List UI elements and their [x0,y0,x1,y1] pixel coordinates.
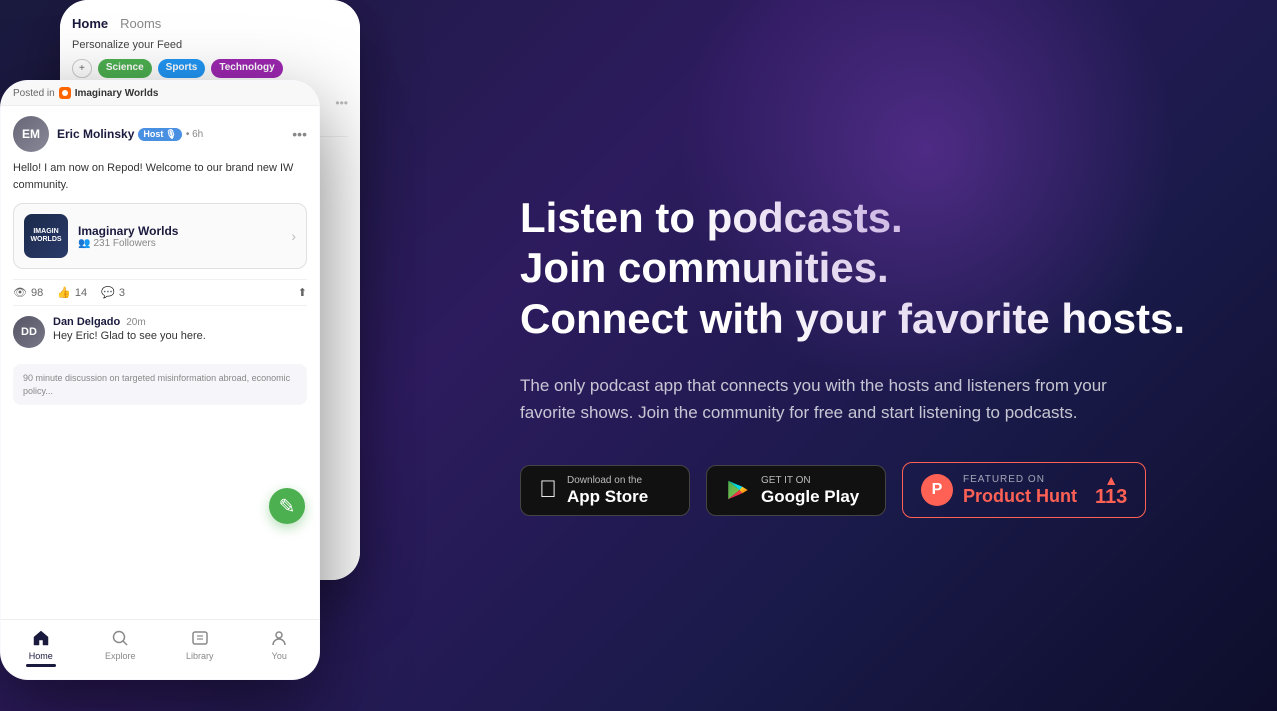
views-action[interactable]: 👁 98 [13,286,43,299]
google-play-main-label: Google Play [761,488,859,505]
comment-author-name: Dan Delgado [53,316,120,328]
nav-library[interactable]: Library [160,628,240,667]
post-area: EM Eric Molinsky Host 🎙 • 6h ••• Hello! … [1,106,319,619]
upvote-arrow-icon: ▲ [1104,473,1118,487]
posted-in-bar: Posted in Imaginary Worlds [1,81,319,106]
nav-explore-label: Explore [105,651,136,661]
add-tag-button[interactable]: + [72,59,92,78]
host-badge: Host 🎙 [138,128,181,141]
posted-in-label: Posted in [13,88,55,99]
back-phone-tags: + Science Sports Technology [72,59,348,78]
more-options-icon[interactable]: ••• [335,96,348,110]
product-hunt-text: FEATURED ON Product Hunt [963,475,1077,505]
description-text: The only podcast app that connects you w… [520,372,1140,426]
nav-home-label: Home [29,651,53,661]
podcast-thumbnail: IMAGIN WORLDS [24,214,68,258]
phone-mockup-section: Home Rooms Personalize your Feed + Scien… [0,0,480,711]
comments-action[interactable]: 💬 3 [101,286,125,299]
post-author-info: Eric Molinsky Host 🎙 • 6h [57,127,284,141]
app-store-text: Download on the App Store [567,476,648,505]
nav-home[interactable]: Home [1,628,81,667]
dan-delgado-avatar: DD [13,316,45,348]
back-phone-home-tab[interactable]: Home [72,16,108,31]
profile-nav-icon [269,628,289,648]
product-hunt-count-section: ▲ 113 [1095,473,1127,507]
explore-nav-icon [110,628,130,648]
community-name[interactable]: Imaginary Worlds [75,88,159,99]
headline-line1: Listen to podcasts. [520,193,1217,243]
back-phone-rooms-tab[interactable]: Rooms [120,16,161,31]
comment-time: 20m [126,317,145,328]
back-phone-subtitle: Personalize your Feed [72,39,348,51]
nav-active-indicator [26,664,56,667]
product-hunt-main-label: Product Hunt [963,487,1077,505]
comment-icon: 💬 [101,286,115,299]
product-hunt-button[interactable]: P FEATURED ON Product Hunt ▲ 113 [902,462,1146,518]
google-play-icon [725,477,751,503]
library-nav-icon [190,628,210,648]
bottom-nav: Home Explore [1,619,319,679]
apple-icon:  [539,476,557,504]
audio-snippet: 90 minute discussion on targeted misinfo… [13,364,307,405]
post-actions: 👁 98 👍 14 💬 3 ⬆ [13,279,307,306]
post-header: EM Eric Molinsky Host 🎙 • 6h ••• [13,116,307,152]
podcast-community-icon [59,87,71,99]
podcast-card[interactable]: IMAGIN WORLDS Imaginary Worlds 👥 231 Fol… [13,203,307,269]
nav-you[interactable]: You [240,628,320,667]
headline-block: Listen to podcasts. Join communities. Co… [520,193,1217,344]
chevron-right-icon: › [291,228,296,244]
cta-buttons:  Download on the App Store [520,462,1217,518]
home-nav-icon [31,628,51,648]
comment-section: DD Dan Delgado 20m Hey Eric! Glad to see… [13,316,307,348]
share-action[interactable]: ⬆ [298,286,307,299]
fab-compose-button[interactable]: ✎ [269,488,305,524]
app-store-sub-label: Download on the [567,476,648,486]
phone-front: Posted in Imaginary Worlds EM Eric Molin… [0,80,320,680]
post-options-icon[interactable]: ••• [292,126,307,142]
podcast-card-name: Imaginary Worlds [78,224,281,238]
post-time: • 6h [186,129,203,140]
technology-tag[interactable]: Technology [211,59,282,78]
nav-explore[interactable]: Explore [81,628,161,667]
nav-library-label: Library [186,651,214,661]
app-store-main-label: App Store [567,488,648,505]
podcast-card-followers: 👥 231 Followers [78,238,281,249]
science-tag[interactable]: Science [98,59,152,78]
google-play-sub-label: GET IT ON [761,476,859,486]
headline-line2: Join communities. [520,243,1217,293]
post-author-name: Eric Molinsky [57,127,134,141]
product-hunt-count: 113 [1095,487,1127,507]
comment-text: Hey Eric! Glad to see you here. [53,330,206,342]
post-text: Hello! I am now on Repod! Welcome to our… [13,160,307,193]
share-icon: ⬆ [298,286,307,299]
product-hunt-sub-label: FEATURED ON [963,475,1077,485]
headline-line3: Connect with your favorite hosts. [520,294,1217,344]
app-store-button[interactable]:  Download on the App Store [520,465,690,516]
product-hunt-logo: P [921,474,953,506]
sports-tag[interactable]: Sports [158,59,206,78]
google-play-text: GET IT ON Google Play [761,476,859,505]
thumb-up-icon: 👍 [57,286,71,299]
audio-snippet-text: 90 minute discussion on targeted misinfo… [23,372,297,397]
podcast-card-info: Imaginary Worlds 👥 231 Followers [78,224,281,249]
google-play-button[interactable]: GET IT ON Google Play [706,465,886,516]
nav-you-label: You [272,651,287,661]
likes-action[interactable]: 👍 14 [57,286,87,299]
right-section: Listen to podcasts. Join communities. Co… [480,133,1277,579]
eye-icon: 👁 [13,286,27,299]
eric-molinsky-avatar: EM [13,116,49,152]
